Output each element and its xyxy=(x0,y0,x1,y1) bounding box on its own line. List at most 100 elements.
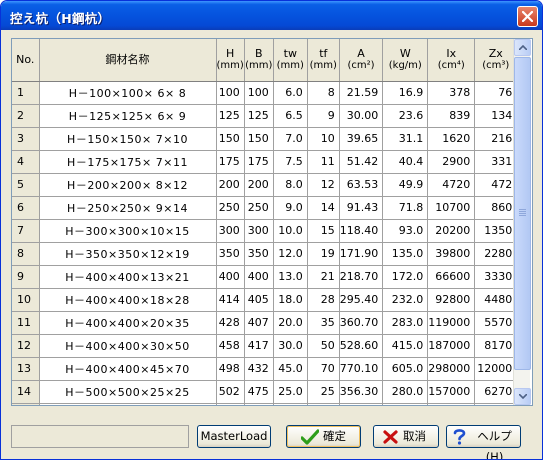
table-cell[interactable]: 4720 xyxy=(427,173,476,197)
table-cell[interactable]: 9 xyxy=(307,104,340,128)
table-cell[interactable]: 23.6 xyxy=(382,104,429,128)
table-row[interactable]: 8 H－350×350×12×19 350 350 12.0 19 171.90 135.0 3… xyxy=(12,242,518,266)
table-cell[interactable]: 839 xyxy=(427,104,476,128)
table-cell[interactable]: 1350 xyxy=(474,219,518,243)
steel-name-cell[interactable]: H－100×100× 6× 8 xyxy=(39,81,217,105)
table-row[interactable]: 12 H－400×400×30×50 458 417 30.0 50 528.60 415.0… xyxy=(12,334,518,358)
table-cell[interactable]: 50 xyxy=(307,334,340,358)
table-cell[interactable]: 134 xyxy=(474,104,518,128)
steel-name-cell[interactable]: H－400×400×20×35 xyxy=(39,311,217,335)
table-cell[interactable]: 1620 xyxy=(427,127,476,151)
table-cell[interactable]: 280.0 xyxy=(382,380,429,404)
table-cell[interactable]: 400 xyxy=(244,265,274,289)
table-cell[interactable]: 40.4 xyxy=(382,150,429,174)
table-cell[interactable]: 118.40 xyxy=(339,219,384,243)
scroll-up-button[interactable] xyxy=(514,39,531,56)
table-cell[interactable]: 51.42 xyxy=(339,150,384,174)
table-row[interactable]: 6 H－250×250× 9×14 250 250 9.0 14 91.43 71.8 1070… xyxy=(12,196,518,220)
table-cell[interactable]: 175 xyxy=(244,150,274,174)
table-cell[interactable]: 14 xyxy=(307,196,340,220)
table-cell[interactable]: 502 xyxy=(216,380,245,404)
table-cell[interactable]: 500 xyxy=(216,403,245,405)
table-cell[interactable]: 283.0 xyxy=(382,311,429,335)
table-cell[interactable]: 20.0 xyxy=(273,311,308,335)
table-cell[interactable]: 216 xyxy=(474,127,518,151)
table-cell[interactable]: 25 xyxy=(307,380,340,404)
table-cell[interactable]: 298000 xyxy=(427,357,476,381)
table-cell[interactable]: 100 xyxy=(244,81,274,105)
table-cell[interactable]: 7.0 xyxy=(273,127,308,151)
help-button[interactable]: ヘルプ(H) xyxy=(446,425,521,459)
table-cell[interactable]: 7.5 xyxy=(273,150,308,174)
table-cell[interactable]: 15 xyxy=(307,219,340,243)
table-cell[interactable]: 295.40 xyxy=(339,288,384,312)
steel-name-cell[interactable]: H－300×300×10×15 xyxy=(39,219,217,243)
table-cell[interactable]: 9.0 xyxy=(273,196,308,220)
table-cell[interactable]: 119000 xyxy=(427,311,476,335)
table-cell[interactable]: 200 xyxy=(244,173,274,197)
table-cell[interactable]: 12.0 xyxy=(273,242,308,266)
table-row[interactable]: 7 H－300×300×10×15 300 300 10.0 15 118.40 93.0 20… xyxy=(12,219,518,243)
table-cell[interactable]: 25 xyxy=(307,403,340,405)
table-cell[interactable]: 300 xyxy=(244,219,274,243)
table-cell[interactable]: 93.0 xyxy=(382,219,429,243)
title-bar[interactable]: 控え杭（H鋼杭） xyxy=(1,1,542,30)
table-cell[interactable]: 10 xyxy=(307,127,340,151)
table-cell[interactable]: 417 xyxy=(244,334,274,358)
table-row[interactable]: 4 H－175×175× 7×11 175 175 7.5 11 51.42 40.4 2900… xyxy=(12,150,518,174)
table-cell[interactable]: 405 xyxy=(244,288,274,312)
steel-name-cell[interactable]: H－400×400×45×70 xyxy=(39,357,217,381)
table-row[interactable]: 3 H－150×150× 7×10 150 150 7.0 10 39.65 31.1 1620… xyxy=(12,127,518,151)
table-cell[interactable]: 5570 xyxy=(474,311,518,335)
table-row[interactable]: 2 H－125×125× 6× 9 125 125 6.5 9 30.00 23.6 839 13… xyxy=(12,104,518,128)
table-row[interactable]: 10 H－400×400×18×28 414 405 18.0 28 295.40 232.0… xyxy=(12,288,518,312)
table-cell[interactable]: 19 xyxy=(307,242,340,266)
table-cell[interactable]: 76 xyxy=(474,81,518,105)
table-cell[interactable]: 12 xyxy=(307,173,340,197)
steel-name-cell[interactable]: H－175×175× 7×11 xyxy=(39,150,217,174)
steel-name-cell[interactable]: H－400×400×13×21 xyxy=(39,265,217,289)
table-cell[interactable]: 432 xyxy=(244,357,274,381)
table-cell[interactable]: 472 xyxy=(474,173,518,197)
table-row[interactable]: 11 H－400×400×20×35 428 407 20.0 35 360.70 283.0… xyxy=(12,311,518,335)
scroll-down-button[interactable] xyxy=(514,388,531,405)
table-cell[interactable]: 4480 xyxy=(474,288,518,312)
table-cell[interactable]: 770.10 xyxy=(339,357,384,381)
table-cell[interactable]: 407 xyxy=(244,311,274,335)
table-cell[interactable]: 91.43 xyxy=(339,196,384,220)
table-cell[interactable]: 860 xyxy=(474,196,518,220)
table-cell[interactable]: 458 xyxy=(216,334,245,358)
table-cell[interactable]: 125 xyxy=(244,104,274,128)
table-cell[interactable]: 71.8 xyxy=(382,196,429,220)
table-cell[interactable]: 475 xyxy=(244,380,274,404)
table-cell[interactable]: 39800 xyxy=(427,242,476,266)
table-cell[interactable]: 100 xyxy=(216,81,245,105)
steel-name-cell[interactable]: H－500×500×25×25 xyxy=(39,380,217,404)
table-row[interactable]: 5 H－200×200× 8×12 200 200 8.0 12 63.53 49.9 4720… xyxy=(12,173,518,197)
table-row[interactable]: 14 H－500×500×25×25 502 475 25.0 25 356.30 280.0… xyxy=(12,380,518,404)
table-cell[interactable]: 6520 xyxy=(474,403,518,405)
table-cell[interactable]: 498 xyxy=(216,357,245,381)
table-cell[interactable]: 172.0 xyxy=(382,265,429,289)
steel-name-cell[interactable]: H－500×500×25×25 xyxy=(39,403,217,405)
table-cell[interactable]: 414 xyxy=(216,288,245,312)
table-cell[interactable]: 6.5 xyxy=(273,104,308,128)
table-cell[interactable]: 8 xyxy=(307,81,340,105)
confirm-button[interactable]: 確定 xyxy=(286,425,361,448)
table-cell[interactable]: 6.0 xyxy=(273,81,308,105)
table-cell[interactable]: 500 xyxy=(244,403,274,405)
steel-name-cell[interactable]: H－200×200× 8×12 xyxy=(39,173,217,197)
table-cell[interactable]: 16.9 xyxy=(382,81,429,105)
steel-data-grid[interactable]: No. 鋼材名称 H (mm) B (mm) tw (mm) tf (mm) A (cm²) W (kg/… xyxy=(11,38,533,406)
table-cell[interactable]: 25.0 xyxy=(273,403,308,405)
table-cell[interactable]: 31.1 xyxy=(382,127,429,151)
table-cell[interactable]: 30.0 xyxy=(273,334,308,358)
table-cell[interactable]: 187000 xyxy=(427,334,476,358)
table-cell[interactable]: 175 xyxy=(216,150,245,174)
table-cell[interactable]: 125 xyxy=(216,104,245,128)
table-cell[interactable]: 10.0 xyxy=(273,219,308,243)
table-cell[interactable]: 45.0 xyxy=(273,357,308,381)
steel-name-cell[interactable]: H－125×125× 6× 9 xyxy=(39,104,217,128)
table-cell[interactable]: 63.53 xyxy=(339,173,384,197)
table-cell[interactable]: 528.60 xyxy=(339,334,384,358)
